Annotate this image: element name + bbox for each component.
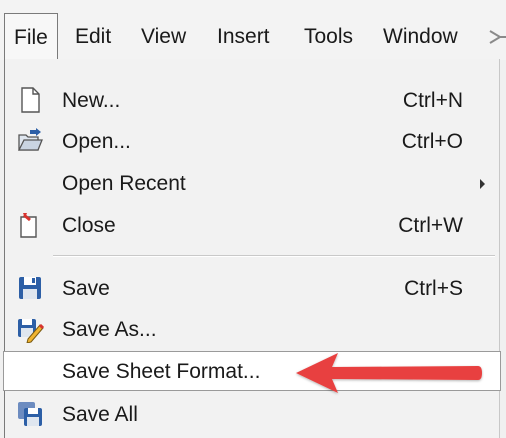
red-arrow-annotation bbox=[296, 353, 482, 393]
menu-item-open[interactable]: Open... Ctrl+O bbox=[5, 121, 499, 161]
menu-item-close-label: Close bbox=[62, 214, 116, 237]
menu-separator bbox=[53, 255, 495, 257]
menu-item-save-shortcut: Ctrl+S bbox=[404, 277, 463, 300]
menu-item-close-shortcut: Ctrl+W bbox=[398, 214, 463, 237]
save-all-icon bbox=[16, 400, 44, 428]
menu-item-save-sheet-format-label: Save Sheet Format... bbox=[62, 360, 261, 383]
menu-item-save-as[interactable]: Save As... bbox=[5, 309, 499, 349]
close-document-icon bbox=[16, 211, 44, 239]
menu-item-new-label: New... bbox=[62, 89, 121, 112]
menu-window[interactable]: Window bbox=[383, 24, 458, 50]
menu-item-new[interactable]: New... Ctrl+N bbox=[5, 80, 499, 120]
menu-item-save-label: Save bbox=[62, 277, 110, 300]
submenu-arrow-icon bbox=[480, 179, 485, 189]
new-document-icon bbox=[16, 86, 44, 114]
pin-icon[interactable] bbox=[488, 27, 506, 47]
menu-edit[interactable]: Edit bbox=[75, 24, 111, 50]
menu-item-save[interactable]: Save Ctrl+S bbox=[5, 268, 499, 308]
save-icon bbox=[16, 274, 44, 302]
menu-item-new-shortcut: Ctrl+N bbox=[402, 89, 463, 112]
menu-item-open-shortcut: Ctrl+O bbox=[401, 130, 463, 153]
menu-item-open-label: Open... bbox=[62, 130, 131, 153]
menu-view[interactable]: View bbox=[141, 24, 186, 50]
menu-item-open-recent-label: Open Recent bbox=[62, 172, 186, 195]
menu-file[interactable]: File bbox=[4, 13, 58, 60]
menu-file-label: File bbox=[14, 26, 48, 49]
menu-item-close[interactable]: Close Ctrl+W bbox=[5, 205, 499, 245]
save-as-icon bbox=[16, 315, 45, 344]
menu-bar: File Edit View Insert Tools Window bbox=[0, 0, 506, 60]
menu-insert[interactable]: Insert bbox=[217, 24, 270, 50]
menu-item-save-as-label: Save As... bbox=[62, 318, 157, 341]
open-folder-icon bbox=[16, 127, 44, 155]
menu-tools[interactable]: Tools bbox=[304, 24, 353, 50]
menu-item-save-all-label: Save All bbox=[62, 403, 138, 426]
menu-item-open-recent[interactable]: Open Recent bbox=[5, 163, 499, 203]
